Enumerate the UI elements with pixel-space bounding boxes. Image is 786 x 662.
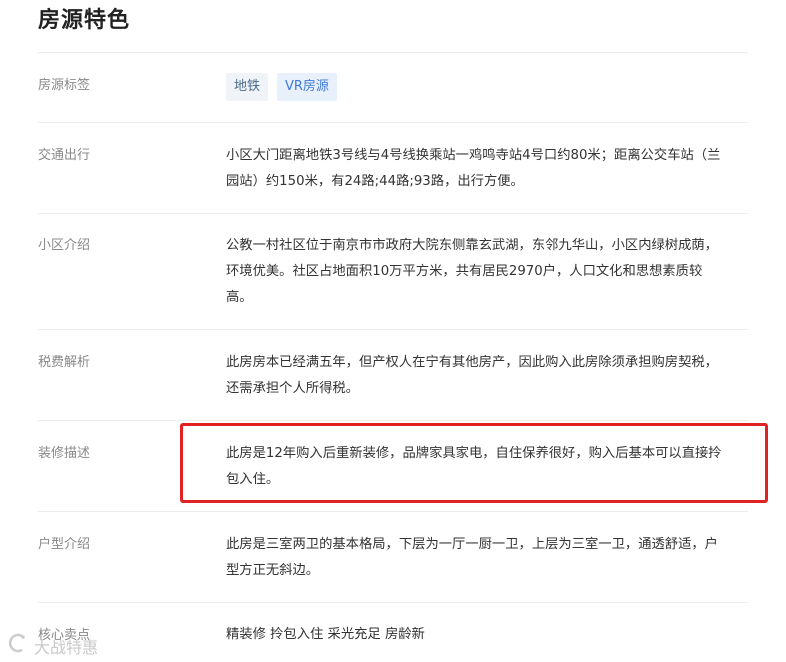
content-line: 公教一村社区位于南京市市政府大院东侧靠玄武湖，东邻九华山，小区内绿树成荫， bbox=[226, 238, 718, 253]
content-line: 高。 bbox=[226, 290, 253, 305]
row-label-decoration: 装修描述 bbox=[38, 446, 91, 461]
content-line: 精装修 拎包入住 采光充足 房龄新 bbox=[226, 627, 425, 642]
row-content-tax: 此房房本已经满五年，但产权人在宁有其他房产，因此购入此房除须承担购房契税， 还需… bbox=[226, 350, 752, 402]
divider bbox=[38, 52, 748, 53]
row-label-transport: 交通出行 bbox=[38, 148, 91, 163]
row-label-community: 小区介绍 bbox=[38, 238, 91, 253]
row-content-community: 公教一村社区位于南京市市政府大院东侧靠玄武湖，东邻九华山，小区内绿树成荫， 环境… bbox=[226, 233, 752, 311]
section-title: 房源特色 bbox=[38, 8, 131, 33]
row-label-tags: 房源标签 bbox=[38, 78, 91, 93]
content-line: 小区大门距离地铁3号线与4号线换乘站一鸡鸣寺站4号口约80米；距离公交车站（兰 bbox=[226, 148, 721, 163]
content-line: 还需承担个人所得税。 bbox=[226, 381, 359, 396]
content-line: 环境优美。社区占地面积10万平方米，共有居民2970户，人口文化和思想素质较 bbox=[226, 264, 703, 279]
content-line: 此房房本已经满五年，但产权人在宁有其他房产，因此购入此房除须承担购房契税， bbox=[226, 355, 718, 370]
divider bbox=[38, 420, 748, 421]
row-content-layout: 此房是三室两卫的基本格局，下层为一厅一厨一卫，上层为三室一卫，通透舒适，户 型方… bbox=[226, 532, 752, 584]
divider bbox=[38, 329, 748, 330]
watermark-logo-icon bbox=[8, 633, 25, 653]
content-line: 园站）约150米，有24路;44路;93路，出行方便。 bbox=[226, 174, 524, 189]
row-label-layout: 户型介绍 bbox=[38, 537, 91, 552]
divider bbox=[38, 213, 748, 214]
divider bbox=[38, 602, 748, 603]
row-content-transport: 小区大门距离地铁3号线与4号线换乘站一鸡鸣寺站4号口约80米；距离公交车站（兰 … bbox=[226, 143, 752, 195]
content-line: 此房是三室两卫的基本格局，下层为一厅一厨一卫，上层为三室一卫，通透舒适，户 bbox=[226, 537, 718, 552]
tag-vr-listing[interactable]: VR房源 bbox=[277, 73, 337, 101]
row-content-selling-points: 精装修 拎包入住 采光充足 房龄新 bbox=[226, 622, 752, 648]
tag-subway[interactable]: 地铁 bbox=[226, 73, 269, 101]
divider bbox=[38, 122, 748, 123]
row-label-tax: 税费解析 bbox=[38, 355, 91, 370]
content-line: 型方正无斜边。 bbox=[226, 563, 320, 578]
divider bbox=[38, 511, 748, 512]
listing-features-page: 房源特色 房源标签 地铁 VR房源 交通出行 小区大门距离地铁3号线与4号线换乘… bbox=[0, 0, 786, 662]
highlight-annotation-box bbox=[180, 423, 768, 503]
watermark-text: 大战特惠 bbox=[34, 638, 99, 657]
